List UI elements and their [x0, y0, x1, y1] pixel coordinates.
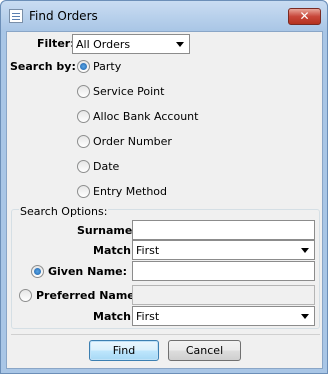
filter-label: Filter: [37, 37, 75, 50]
radio-date-label: Date [93, 160, 120, 173]
search-by-label: Search by: [10, 60, 76, 73]
radio-service-point-label: Service Point [93, 85, 165, 98]
radio-alloc-bank-account[interactable] [77, 110, 90, 123]
match-value-2: First [136, 310, 160, 323]
chevron-down-icon [176, 42, 184, 47]
window-title: Find Orders [29, 9, 98, 23]
radio-alloc-bank-account-label: Alloc Bank Account [93, 110, 199, 123]
radio-given-name[interactable] [31, 265, 44, 278]
divider [11, 334, 320, 335]
title-bar[interactable]: Find Orders ✕ [1, 1, 327, 31]
match-label-2: Match: [93, 310, 136, 323]
dialog-body: Filter: All Orders Search by: Party Serv… [6, 31, 323, 369]
filter-value: All Orders [76, 38, 131, 51]
find-orders-window: Find Orders ✕ Filter: All Orders Search … [0, 0, 328, 374]
radio-service-point[interactable] [77, 85, 90, 98]
close-button[interactable]: ✕ [288, 8, 321, 25]
match-dropdown-1[interactable]: First [132, 240, 315, 260]
match-label-1: Match: [93, 244, 136, 257]
radio-order-number-label: Order Number [93, 135, 172, 148]
filter-dropdown[interactable]: All Orders [72, 34, 190, 54]
given-name-label: Given Name: [48, 265, 128, 278]
chevron-down-icon [301, 314, 309, 319]
radio-order-number[interactable] [77, 135, 90, 148]
radio-date[interactable] [77, 160, 90, 173]
find-button[interactable]: Find [89, 340, 159, 361]
search-options-title: Search Options: [19, 205, 109, 218]
radio-party-label: Party [93, 60, 122, 73]
chevron-down-icon [301, 248, 309, 253]
preferred-name-input[interactable] [132, 285, 315, 305]
surname-label: Surname: [77, 224, 137, 237]
cancel-button[interactable]: Cancel [168, 340, 241, 361]
preferred-name-label: Preferred Name: [36, 289, 140, 302]
radio-preferred-name[interactable] [19, 289, 32, 302]
radio-party[interactable] [77, 60, 90, 73]
app-icon [9, 9, 23, 23]
match-dropdown-2[interactable]: First [132, 306, 315, 326]
given-name-input[interactable] [132, 261, 315, 281]
radio-entry-method[interactable] [77, 185, 90, 198]
match-value-1: First [136, 244, 160, 257]
surname-input[interactable] [132, 220, 315, 240]
radio-entry-method-label: Entry Method [93, 185, 168, 198]
